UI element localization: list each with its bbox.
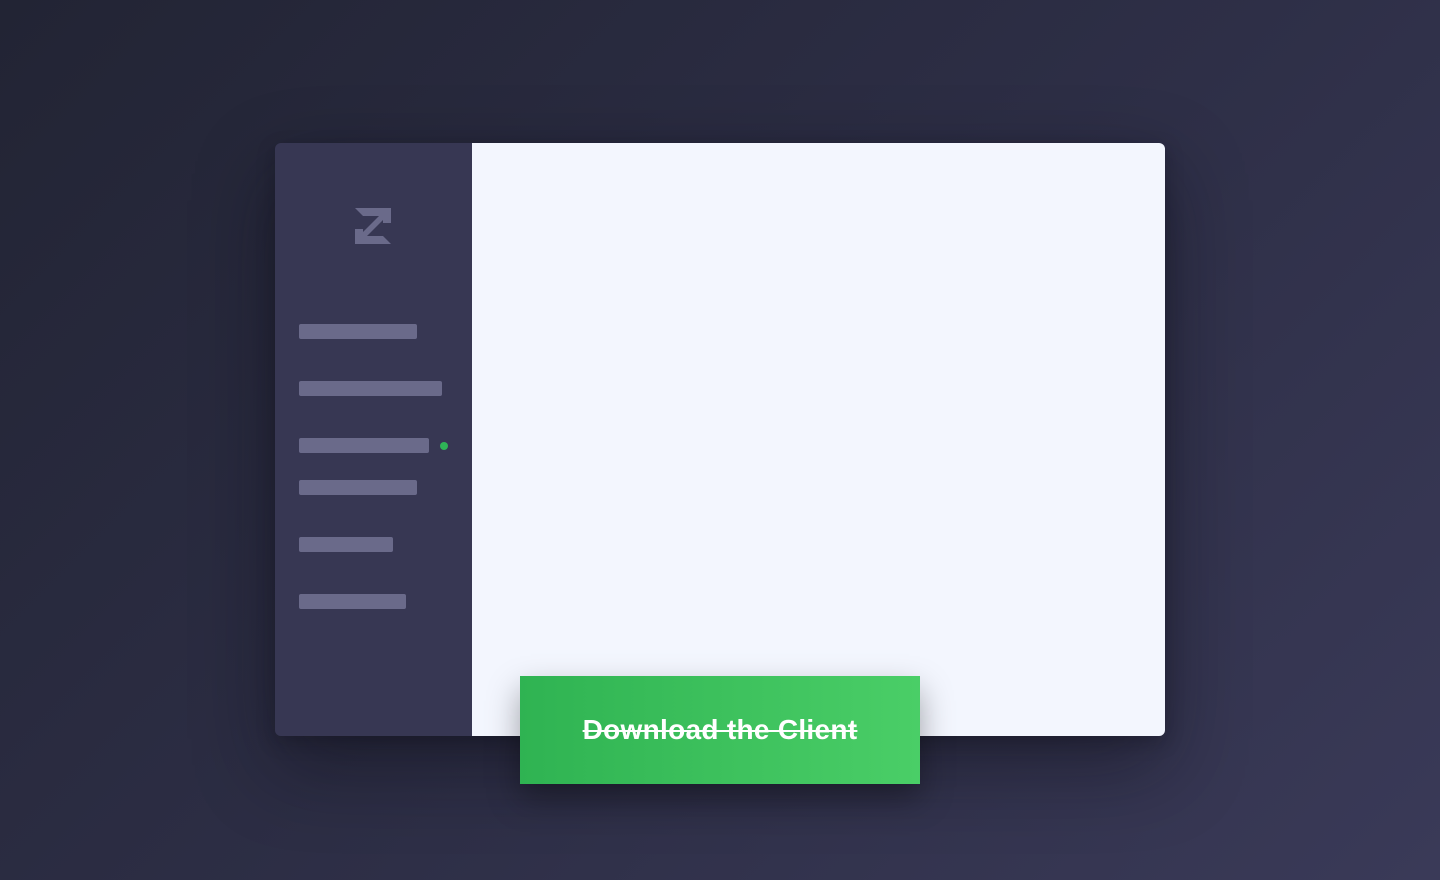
download-client-button[interactable]: Download the Client xyxy=(520,676,920,784)
sidebar xyxy=(275,143,472,736)
active-status-dot xyxy=(440,442,448,450)
download-button-label: Download the Client xyxy=(582,714,858,745)
sidebar-item-3[interactable] xyxy=(299,438,429,453)
sidebar-item-2[interactable] xyxy=(299,381,442,396)
sidebar-item-4[interactable] xyxy=(299,480,417,495)
sidebar-item-5[interactable] xyxy=(299,537,393,552)
main-content-area xyxy=(472,143,1165,736)
sidebar-item-1[interactable] xyxy=(299,324,417,339)
sidebar-item-6[interactable] xyxy=(299,594,406,609)
app-window xyxy=(275,143,1165,736)
z-logo-icon xyxy=(355,208,391,244)
